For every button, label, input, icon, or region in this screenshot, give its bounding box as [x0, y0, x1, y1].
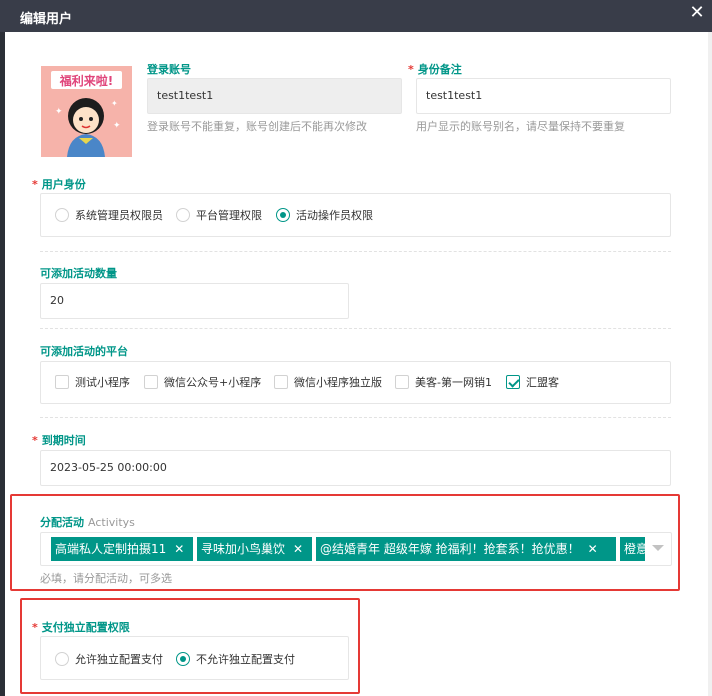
scrollbar[interactable] [708, 32, 712, 696]
checkbox-icon [274, 375, 288, 389]
platform-option-test-miniprogram[interactable]: 测试小程序 [55, 374, 130, 390]
tag-remove-icon[interactable]: ✕ [293, 542, 303, 556]
svg-text:✦: ✦ [111, 99, 118, 108]
activity-count-input[interactable]: 20 [40, 283, 349, 319]
expire-time-input[interactable]: 2023-05-25 00:00:00 [40, 450, 671, 486]
assign-activity-label: 分配活动 Activitys [40, 516, 135, 529]
identity-note-input[interactable]: test1test1 [416, 78, 671, 114]
payment-label: * 支付独立配置权限 [32, 621, 130, 634]
platforms-label: 可添加活动的平台 [40, 345, 128, 358]
radio-icon [55, 652, 69, 666]
platform-option-wechat-standalone[interactable]: 微信小程序独立版 [274, 374, 382, 390]
platform-option-huimengke[interactable]: 汇盟客 [506, 374, 559, 390]
activity-tag: @结婚青年 超级年嫁 抢福利！抢套系！抢优惠！ ✕ [316, 537, 616, 561]
checkbox-checked-icon [506, 375, 520, 389]
user-role-label: * 用户身份 [32, 178, 86, 191]
chevron-down-icon[interactable] [652, 545, 664, 551]
backdrop-strip [0, 32, 5, 696]
divider [40, 251, 671, 252]
divider [40, 328, 671, 329]
checkbox-icon [395, 375, 409, 389]
close-icon[interactable]: ✕ [688, 4, 706, 22]
role-option-platform-admin[interactable]: 平台管理权限 [176, 207, 262, 223]
avatar-text: 福利来啦! [59, 73, 113, 88]
radio-icon [176, 208, 190, 222]
identity-note-label: * 身份备注 [408, 63, 462, 76]
divider [40, 417, 671, 418]
radio-checked-icon [176, 652, 190, 666]
platform-option-meike[interactable]: 美客-第一网销1 [395, 374, 492, 390]
avatar-image: 福利来啦! ✦ ✦ ✦ [41, 66, 132, 157]
checkbox-icon [144, 375, 158, 389]
checkbox-icon [55, 375, 69, 389]
tag-remove-icon[interactable]: ✕ [174, 542, 184, 556]
login-account-label: 登录账号 [147, 63, 191, 76]
login-account-hint: 登录账号不能重复，账号创建后不能再次修改 [147, 120, 367, 133]
radio-checked-icon [276, 208, 290, 222]
expire-time-label: * 到期时间 [32, 434, 86, 447]
login-account-input[interactable]: test1test1 [147, 78, 402, 114]
assign-activity-hint: 必填，请分配活动，可多选 [40, 572, 172, 585]
radio-icon [55, 208, 69, 222]
activity-count-label: 可添加活动数量 [40, 267, 117, 280]
activity-tag: 高端私人定制拍摄11 ✕ [51, 537, 193, 561]
payment-option-allow[interactable]: 允许独立配置支付 [55, 651, 163, 667]
platform-option-wechat-oa[interactable]: 微信公众号+小程序 [144, 374, 261, 390]
identity-note-hint: 用户显示的账号别名，请尽量保持不要重复 [416, 120, 625, 133]
dialog-title: 编辑用户 [20, 12, 73, 27]
avatar[interactable]: 福利来啦! ✦ ✦ ✦ [41, 66, 132, 157]
tag-remove-icon[interactable]: ✕ [588, 542, 598, 556]
dialog-title-bar: 编辑用户 ✕ [0, 0, 712, 32]
svg-text:✦: ✦ [55, 107, 63, 117]
activity-tag: 橙意 [620, 537, 645, 561]
activity-tag: 寻味加小鸟巢饮 ✕ [197, 537, 312, 561]
role-option-system-admin[interactable]: 系统管理员权限员 [55, 207, 163, 223]
role-option-activity-operator[interactable]: 活动操作员权限 [276, 207, 373, 223]
svg-text:✦: ✦ [113, 121, 121, 131]
payment-option-disallow[interactable]: 不允许独立配置支付 [176, 651, 295, 667]
